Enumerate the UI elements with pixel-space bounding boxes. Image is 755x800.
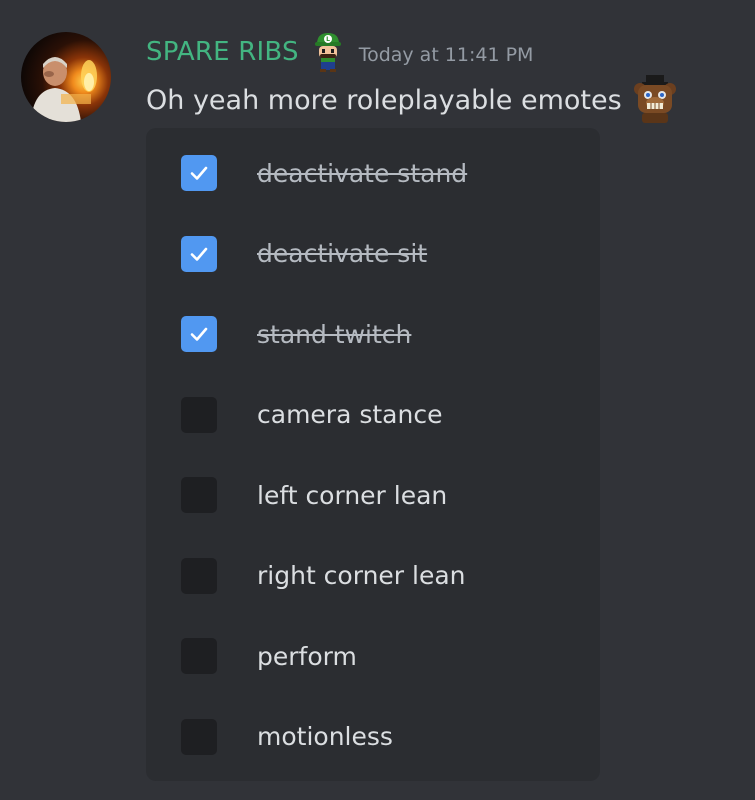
checkbox[interactable] <box>181 557 217 594</box>
checkmark-icon <box>190 166 208 181</box>
checkmark-icon <box>190 327 208 342</box>
checkbox[interactable] <box>181 155 217 192</box>
checkbox[interactable] <box>181 477 217 514</box>
checklist-item: perform <box>146 616 600 697</box>
checklist-item-label: perform <box>257 641 357 671</box>
message-text: Oh yeah more roleplayable emotes <box>146 84 622 116</box>
checkbox[interactable] <box>181 396 217 433</box>
message-header: SPARE RIBS L Today at 11:41 PM <box>146 30 533 74</box>
username[interactable]: SPARE RIBS <box>146 37 299 67</box>
checklist-item: deactivate stand <box>146 133 600 214</box>
checklist-item: motionless <box>146 697 600 778</box>
svg-text:L: L <box>326 36 330 43</box>
checklist-item: stand twitch <box>146 294 600 375</box>
freddy-fazbear-emoji-icon[interactable] <box>632 75 678 125</box>
checkbox[interactable] <box>181 718 217 755</box>
checklist-item: deactivate sit <box>146 214 600 295</box>
checkbox[interactable] <box>181 316 217 353</box>
checkbox[interactable] <box>181 235 217 272</box>
checklist-item-label: left corner lean <box>257 480 448 510</box>
chat-message: SPARE RIBS L Today at 11:41 PM Oh yeah m… <box>0 0 755 800</box>
checklist-item-label: stand twitch <box>257 319 412 349</box>
checklist-item: right corner lean <box>146 536 600 617</box>
checkbox[interactable] <box>181 638 217 675</box>
message-content: Oh yeah more roleplayable emotes <box>146 75 678 125</box>
avatar[interactable] <box>21 32 111 122</box>
checkmark-icon <box>190 247 208 261</box>
checklist-item: left corner lean <box>146 455 600 536</box>
checklist: deactivate stand deactivate sit stand tw… <box>146 128 600 781</box>
timestamp: Today at 11:41 PM <box>358 44 534 66</box>
luigi-emoji-icon: L <box>311 32 345 72</box>
checklist-item-label: motionless <box>257 722 393 752</box>
checklist-item-label: camera stance <box>257 400 443 430</box>
checklist-item-label: deactivate sit <box>257 239 428 269</box>
checklist-item-label: right corner lean <box>257 561 466 591</box>
checklist-item-label: deactivate stand <box>257 158 468 188</box>
checklist-item: camera stance <box>146 375 600 456</box>
